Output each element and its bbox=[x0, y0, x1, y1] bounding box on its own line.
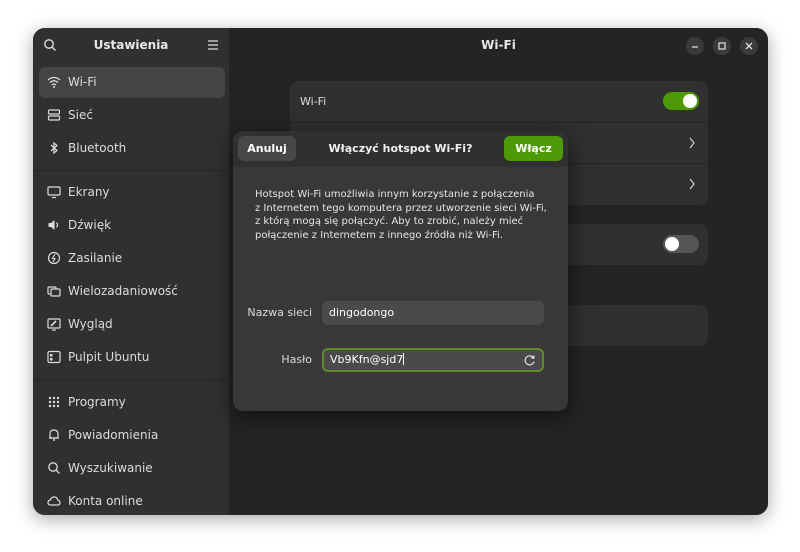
sidebar-header: Ustawienia bbox=[33, 28, 229, 62]
network-name-value: dingodongo bbox=[329, 306, 395, 319]
minimize-button[interactable] bbox=[686, 37, 704, 55]
option-toggle[interactable] bbox=[663, 235, 699, 253]
minimize-icon bbox=[692, 46, 698, 48]
sidebar-title: Ustawienia bbox=[93, 38, 169, 52]
multitasking-icon bbox=[47, 286, 61, 297]
maximize-button[interactable] bbox=[713, 37, 731, 55]
text-cursor bbox=[403, 353, 405, 365]
search-icon bbox=[48, 462, 60, 474]
sidebar-item-online-accounts[interactable]: Konta online bbox=[39, 486, 225, 515]
power-icon bbox=[47, 251, 61, 265]
sidebar-item-label: Wyszukiwanie bbox=[68, 461, 153, 475]
speaker-icon bbox=[48, 220, 59, 230]
sidebar-item-notifications[interactable]: Powiadomienia bbox=[39, 420, 225, 451]
password-value: Vb9Kfn@sjd7 bbox=[330, 353, 404, 366]
description-line: Hotspot Wi-Fi umożliwia innym korzystani… bbox=[255, 189, 535, 200]
sidebar-item-label: Wielozadaniowość bbox=[68, 284, 178, 298]
bell-icon bbox=[49, 429, 59, 441]
wifi-toggle[interactable] bbox=[663, 92, 699, 110]
sidebar-item-label: Wygląd bbox=[68, 317, 113, 331]
toggle-knob bbox=[665, 237, 679, 251]
description-line: z Internetem tego komputera przez utworz… bbox=[255, 202, 547, 214]
description-line: połączenie z Internetem z innego źródła … bbox=[255, 229, 504, 241]
network-name-field[interactable]: dingodongo bbox=[322, 301, 544, 325]
close-icon bbox=[745, 42, 753, 50]
row-divider bbox=[290, 122, 708, 123]
wifi-icon bbox=[47, 76, 61, 88]
sidebar-item-label: Ekrany bbox=[68, 185, 110, 199]
sidebar-item-apps[interactable]: Programy bbox=[39, 387, 225, 418]
sidebar-item-network[interactable]: Sieć bbox=[39, 100, 225, 131]
sidebar-divider bbox=[33, 170, 229, 171]
description-line: z którą mogą się połączyć. Aby to zrobić… bbox=[255, 216, 524, 227]
appearance-icon bbox=[47, 318, 61, 331]
chevron-right-icon[interactable] bbox=[688, 178, 696, 190]
hamburger-menu-icon[interactable] bbox=[207, 38, 219, 52]
display-icon bbox=[47, 186, 61, 199]
sidebar-item-search[interactable]: Wyszukiwanie bbox=[39, 453, 225, 484]
password-label: Hasło bbox=[281, 353, 312, 366]
sidebar-item-label: Dźwięk bbox=[68, 218, 112, 232]
network-icon bbox=[47, 109, 61, 121]
cloud-icon bbox=[47, 496, 61, 506]
sidebar-item-sound[interactable]: Dźwięk bbox=[39, 210, 225, 241]
dialog-title: Włączyć hotspot Wi-Fi? bbox=[328, 142, 473, 155]
chevron-right-icon[interactable] bbox=[688, 137, 696, 149]
ubuntu-desktop-icon bbox=[47, 350, 61, 364]
sidebar-item-label: Zasilanie bbox=[68, 251, 123, 265]
sidebar-item-label: Wi-Fi bbox=[68, 75, 97, 89]
apps-grid-icon bbox=[48, 396, 60, 408]
cancel-button[interactable]: Anuluj bbox=[238, 136, 296, 161]
hotspot-dialog: Anuluj Włączyć hotspot Wi-Fi? Włącz Hots… bbox=[233, 131, 568, 411]
maximize-icon bbox=[718, 42, 726, 50]
network-name-label: Nazwa sieci bbox=[247, 306, 312, 319]
wifi-row-label: Wi-Fi bbox=[300, 95, 327, 108]
sidebar-item-label: Bluetooth bbox=[68, 141, 127, 155]
dialog-description: Hotspot Wi-Fi umożliwia innym korzystani… bbox=[255, 188, 555, 242]
sidebar-item-label: Pulpit Ubuntu bbox=[68, 350, 150, 364]
sidebar-item-power[interactable]: Zasilanie bbox=[39, 243, 225, 274]
sidebar-item-label: Sieć bbox=[68, 108, 93, 122]
close-button[interactable] bbox=[740, 37, 758, 55]
sidebar-item-label: Programy bbox=[68, 395, 126, 409]
dialog-header: Anuluj Włączyć hotspot Wi-Fi? Włącz bbox=[233, 131, 568, 167]
toggle-knob bbox=[683, 94, 697, 108]
refresh-icon[interactable] bbox=[523, 354, 536, 367]
sidebar-item-ubuntu-desktop[interactable]: Pulpit Ubuntu bbox=[39, 342, 225, 373]
sidebar-divider bbox=[33, 380, 229, 381]
sidebar: Ustawienia Wi-Fi Sieć Bluetooth Ekrany D… bbox=[33, 28, 229, 515]
bluetooth-icon bbox=[50, 141, 58, 155]
sidebar-item-displays[interactable]: Ekrany bbox=[39, 177, 225, 208]
sidebar-item-multitasking[interactable]: Wielozadaniowość bbox=[39, 276, 225, 307]
sidebar-item-bluetooth[interactable]: Bluetooth bbox=[39, 133, 225, 164]
sidebar-item-wifi[interactable]: Wi-Fi bbox=[39, 67, 225, 98]
sidebar-item-label: Konta online bbox=[68, 494, 143, 508]
password-field[interactable]: Vb9Kfn@sjd7 bbox=[322, 348, 544, 372]
sidebar-item-appearance[interactable]: Wygląd bbox=[39, 309, 225, 340]
sidebar-item-label: Powiadomienia bbox=[68, 428, 159, 442]
enable-hotspot-button[interactable]: Włącz bbox=[504, 136, 563, 161]
